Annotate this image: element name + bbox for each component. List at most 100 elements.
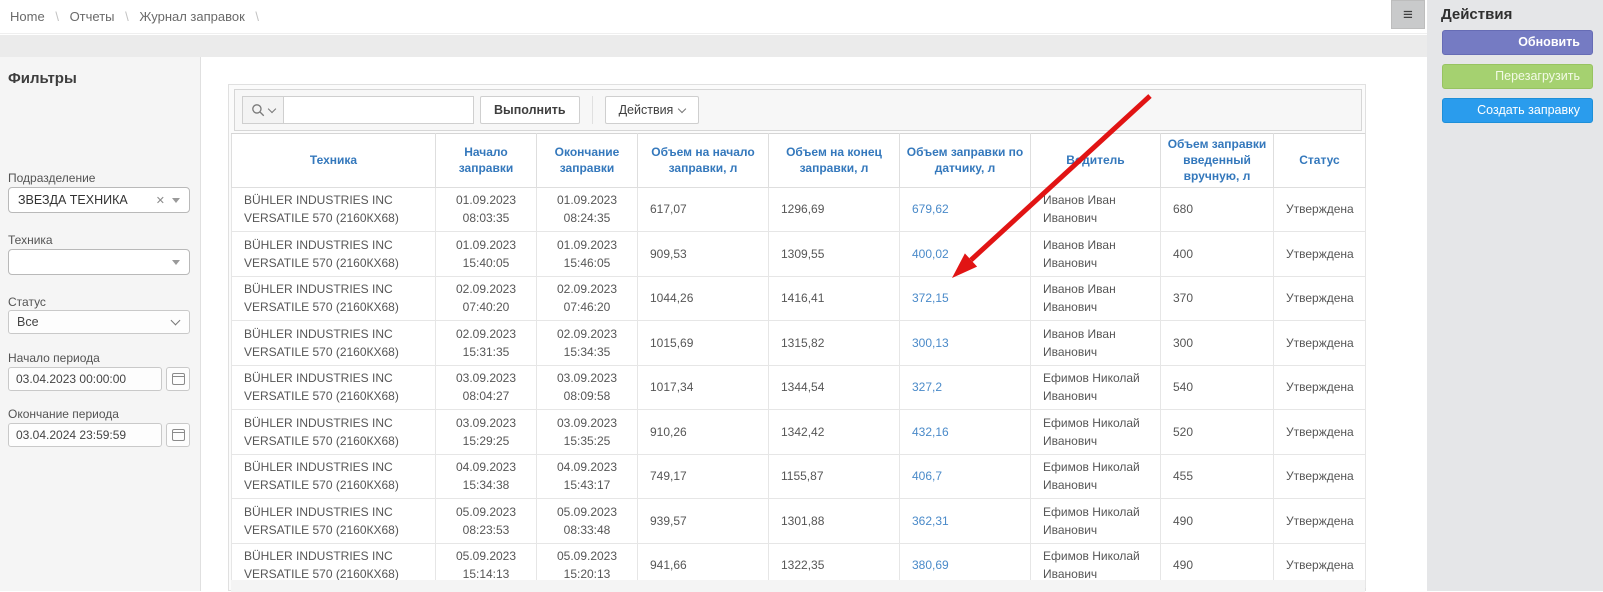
cell-status: Утверждена xyxy=(1274,365,1366,410)
cell-vol-end: 1315,82 xyxy=(769,321,900,366)
actions-menu-button[interactable]: Действия xyxy=(605,96,700,124)
cell-vol-end: 1155,87 xyxy=(769,454,900,499)
search-input[interactable] xyxy=(284,96,474,124)
search-icon xyxy=(251,103,266,118)
cell-driver: Иванов Иван Иванович xyxy=(1031,276,1161,321)
cell-vol-sensor-link[interactable]: 300,13 xyxy=(900,321,1031,366)
chevron-down-icon xyxy=(172,198,180,203)
period-start-label: Начало периода xyxy=(8,351,100,365)
table-row: BÜHLER INDUSTRIES INC VERSATILE 570 (216… xyxy=(232,276,1366,321)
cell-vol-manual: 455 xyxy=(1161,454,1274,499)
cell-vol-end: 1309,55 xyxy=(769,232,900,277)
cell-start: 03.09.2023 15:29:25 xyxy=(436,410,537,455)
refresh-button[interactable]: Обновить xyxy=(1442,30,1593,55)
report-region: Выполнить Действия Техника Начало заправ… xyxy=(228,84,1366,591)
cell-vol-sensor-link[interactable]: 400,02 xyxy=(900,232,1031,277)
cell-vol-manual: 300 xyxy=(1161,321,1274,366)
period-end-calendar-button[interactable] xyxy=(166,423,190,447)
cell-driver: Ефимов Николай Иванович xyxy=(1031,365,1161,410)
cell-vol-end: 1296,69 xyxy=(769,187,900,232)
cell-vol-sensor-link[interactable]: 362,31 xyxy=(900,499,1031,544)
table-row: BÜHLER INDUSTRIES INC VERSATILE 570 (216… xyxy=(232,499,1366,544)
cell-driver: Ефимов Николай Иванович xyxy=(1031,499,1161,544)
table-row: BÜHLER INDUSTRIES INC VERSATILE 570 (216… xyxy=(232,187,1366,232)
execute-button[interactable]: Выполнить xyxy=(480,96,580,124)
cell-technika: BÜHLER INDUSTRIES INC VERSATILE 570 (216… xyxy=(232,276,436,321)
cell-vol-start: 1015,69 xyxy=(638,321,769,366)
table-row: BÜHLER INDUSTRIES INC VERSATILE 570 (216… xyxy=(232,410,1366,455)
cell-vol-manual: 540 xyxy=(1161,365,1274,410)
cell-vol-start: 910,26 xyxy=(638,410,769,455)
cell-start: 01.09.2023 15:40:05 xyxy=(436,232,537,277)
cell-driver: Ефимов Николай Иванович xyxy=(1031,410,1161,455)
col-driver[interactable]: Водитель xyxy=(1031,134,1161,188)
menu-icon[interactable]: ≡ xyxy=(1391,0,1425,29)
cell-vol-manual: 370 xyxy=(1161,276,1274,321)
period-start-calendar-button[interactable] xyxy=(166,367,190,391)
cell-driver: Иванов Иван Иванович xyxy=(1031,321,1161,366)
col-vol-start[interactable]: Объем на начало заправки, л xyxy=(638,134,769,188)
actions-menu-label: Действия xyxy=(619,103,674,117)
cell-vol-sensor-link[interactable]: 679,62 xyxy=(900,187,1031,232)
cell-vol-sensor-link[interactable]: 372,15 xyxy=(900,276,1031,321)
cell-start: 05.09.2023 08:23:53 xyxy=(436,499,537,544)
chevron-down-icon xyxy=(171,316,181,326)
cell-vol-start: 749,17 xyxy=(638,454,769,499)
reload-button[interactable]: Перезагрузить xyxy=(1442,64,1593,89)
cell-vol-sensor-link[interactable]: 432,16 xyxy=(900,410,1031,455)
cell-start: 04.09.2023 15:34:38 xyxy=(436,454,537,499)
toolbar-divider xyxy=(592,96,593,124)
col-vol-end[interactable]: Объем на конец заправки, л xyxy=(769,134,900,188)
create-refuel-button[interactable]: Создать заправку xyxy=(1442,98,1593,123)
cell-start: 02.09.2023 07:40:20 xyxy=(436,276,537,321)
cell-status: Утверждена xyxy=(1274,499,1366,544)
table-body: BÜHLER INDUSTRIES INC VERSATILE 570 (216… xyxy=(232,187,1366,588)
period-end-input[interactable] xyxy=(8,423,162,447)
cell-end: 03.09.2023 08:09:58 xyxy=(537,365,638,410)
cell-vol-sensor-link[interactable]: 406,7 xyxy=(900,454,1031,499)
cell-end: 01.09.2023 15:46:05 xyxy=(537,232,638,277)
division-label: Подразделение xyxy=(8,171,95,185)
calendar-icon xyxy=(172,429,185,441)
cell-status: Утверждена xyxy=(1274,410,1366,455)
actions-panel: Действия Обновить Перезагрузить Создать … xyxy=(1427,0,1603,591)
col-start[interactable]: Начало заправки xyxy=(436,134,537,188)
period-end-label: Окончание периода xyxy=(8,407,119,421)
table-header-row: Техника Начало заправки Окончание заправ… xyxy=(232,134,1366,188)
period-start-input[interactable] xyxy=(8,367,162,391)
cell-status: Утверждена xyxy=(1274,454,1366,499)
cell-vol-start: 939,57 xyxy=(638,499,769,544)
cell-technika: BÜHLER INDUSTRIES INC VERSATILE 570 (216… xyxy=(232,187,436,232)
breadcrumb-home[interactable]: Home xyxy=(10,9,45,24)
table-row: BÜHLER INDUSTRIES INC VERSATILE 570 (216… xyxy=(232,454,1366,499)
chevron-down-icon xyxy=(268,104,276,112)
cell-status: Утверждена xyxy=(1274,321,1366,366)
division-select[interactable]: ЗВЕЗДА ТЕХНИКА ✕ xyxy=(8,187,190,213)
cell-technika: BÜHLER INDUSTRIES INC VERSATILE 570 (216… xyxy=(232,454,436,499)
chevron-down-icon xyxy=(678,104,686,112)
cell-vol-start: 1044,26 xyxy=(638,276,769,321)
clear-icon[interactable]: ✕ xyxy=(149,194,172,207)
cell-end: 03.09.2023 15:35:25 xyxy=(537,410,638,455)
breadcrumb-reports[interactable]: Отчеты xyxy=(70,9,115,24)
status-select[interactable]: Все xyxy=(8,310,190,334)
breadcrumb: Home \ Отчеты \ Журнал заправок \ xyxy=(10,9,266,24)
col-end[interactable]: Окончание заправки xyxy=(537,134,638,188)
cell-technika: BÜHLER INDUSTRIES INC VERSATILE 570 (216… xyxy=(232,232,436,277)
status-label: Статус xyxy=(8,295,46,309)
cell-vol-start: 617,07 xyxy=(638,187,769,232)
cell-end: 04.09.2023 15:43:17 xyxy=(537,454,638,499)
search-options-button[interactable] xyxy=(242,96,284,124)
technika-label: Техника xyxy=(8,233,53,247)
technika-select[interactable] xyxy=(8,249,190,275)
cell-vol-sensor-link[interactable]: 327,2 xyxy=(900,365,1031,410)
header-band xyxy=(0,35,1427,57)
col-technika[interactable]: Техника xyxy=(232,134,436,188)
table-row: BÜHLER INDUSTRIES INC VERSATILE 570 (216… xyxy=(232,232,1366,277)
col-vol-manual[interactable]: Объем заправки введенный вручную, л xyxy=(1161,134,1274,188)
refuel-table: Техника Начало заправки Окончание заправ… xyxy=(231,133,1366,588)
cell-end: 01.09.2023 08:24:35 xyxy=(537,187,638,232)
col-vol-sensor[interactable]: Объем заправки по датчику, л xyxy=(900,134,1031,188)
breadcrumb-refuel-log[interactable]: Журнал заправок xyxy=(139,9,244,24)
col-status[interactable]: Статус xyxy=(1274,134,1366,188)
